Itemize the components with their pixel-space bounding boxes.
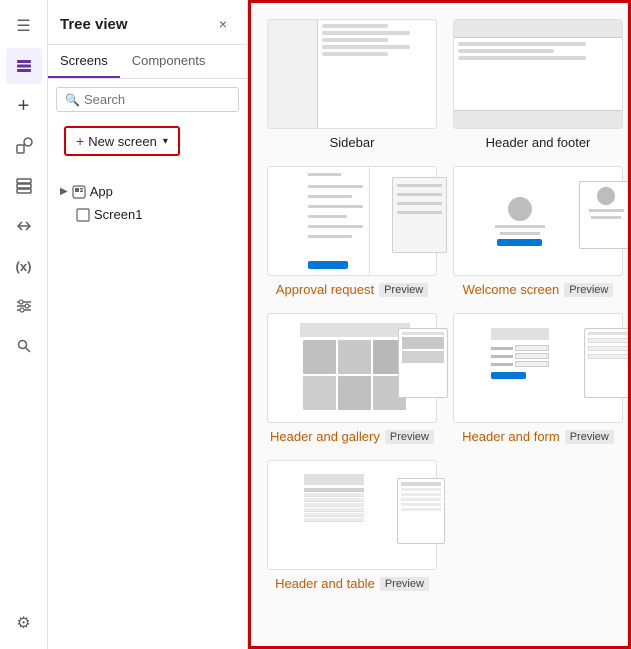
- chevron-down-icon: ▾: [163, 136, 168, 147]
- sidebar-label: Sidebar: [330, 135, 375, 150]
- screen-card-sidebar[interactable]: Sidebar: [267, 19, 437, 150]
- welcome-preview-badge: Preview: [564, 283, 613, 297]
- vars-icon[interactable]: (x): [6, 248, 42, 284]
- hamburger-icon[interactable]: ☰: [6, 8, 42, 44]
- form-thumbnail: [453, 313, 623, 423]
- tab-screens[interactable]: Screens: [48, 45, 120, 78]
- left-toolbar: ☰ + (x): [0, 0, 48, 649]
- panel-header: Tree view ×: [48, 0, 247, 45]
- approval-label: Approval request Preview: [276, 282, 428, 297]
- screen-card-approval[interactable]: Approval request Preview: [267, 166, 437, 297]
- settings-icon[interactable]: ⚙: [6, 605, 42, 641]
- screen-card-header-footer[interactable]: Header and footer: [453, 19, 623, 150]
- arrows-icon[interactable]: [6, 208, 42, 244]
- tree-section: ▶ App Screen1: [48, 172, 247, 649]
- welcome-thumbnail: [453, 166, 623, 276]
- screens-grid: Sidebar Header and footer: [251, 3, 628, 607]
- tree-item-app[interactable]: ▶ App: [48, 180, 247, 203]
- close-button[interactable]: ×: [211, 12, 235, 36]
- tree-view-panel: Tree view × Screens Components 🔍 + New s…: [48, 0, 248, 649]
- gallery-thumbnail: [267, 313, 437, 423]
- tabs-container: Screens Components: [48, 45, 247, 79]
- layers-icon[interactable]: [6, 48, 42, 84]
- new-screen-button[interactable]: + New screen ▾: [64, 126, 180, 156]
- screen-card-form[interactable]: Header and form Preview: [453, 313, 623, 444]
- welcome-label: Welcome screen Preview: [463, 282, 614, 297]
- plus-icon: +: [76, 133, 84, 149]
- new-screen-label: New screen: [88, 134, 157, 149]
- approval-preview-badge: Preview: [379, 283, 428, 297]
- table-label: Header and table Preview: [275, 576, 429, 591]
- add-icon[interactable]: +: [6, 88, 42, 124]
- search-icon-small: 🔍: [65, 93, 80, 107]
- gallery-preview-badge: Preview: [385, 430, 434, 444]
- tree-item-screen1[interactable]: Screen1: [48, 203, 247, 226]
- app-icon: [72, 185, 86, 199]
- data-icon[interactable]: [6, 168, 42, 204]
- screen-card-welcome[interactable]: Welcome screen Preview: [453, 166, 623, 297]
- chevron-right-icon: ▶: [60, 186, 68, 197]
- search-icon[interactable]: [6, 328, 42, 364]
- search-box: 🔍: [56, 87, 239, 112]
- gallery-label: Header and gallery Preview: [270, 429, 434, 444]
- screen-card-table[interactable]: Header and table Preview: [267, 460, 437, 591]
- shapes-icon[interactable]: [6, 128, 42, 164]
- app-label: App: [90, 184, 113, 199]
- form-label: Header and form Preview: [462, 429, 614, 444]
- panel-title: Tree view: [60, 16, 128, 33]
- screen1-label: Screen1: [94, 207, 142, 222]
- table-preview-badge: Preview: [380, 577, 429, 591]
- form-preview-badge: Preview: [565, 430, 614, 444]
- table-thumbnail: [267, 460, 437, 570]
- screen-icon: [76, 208, 90, 222]
- tab-components[interactable]: Components: [120, 45, 218, 78]
- header-footer-thumbnail: [453, 19, 623, 129]
- screen-card-gallery[interactable]: Header and gallery Preview: [267, 313, 437, 444]
- sidebar-thumbnail: [267, 19, 437, 129]
- main-content: Sidebar Header and footer: [248, 0, 631, 649]
- approval-thumbnail: [267, 166, 437, 276]
- header-footer-label: Header and footer: [486, 135, 591, 150]
- controls-icon[interactable]: [6, 288, 42, 324]
- search-input[interactable]: [84, 92, 230, 107]
